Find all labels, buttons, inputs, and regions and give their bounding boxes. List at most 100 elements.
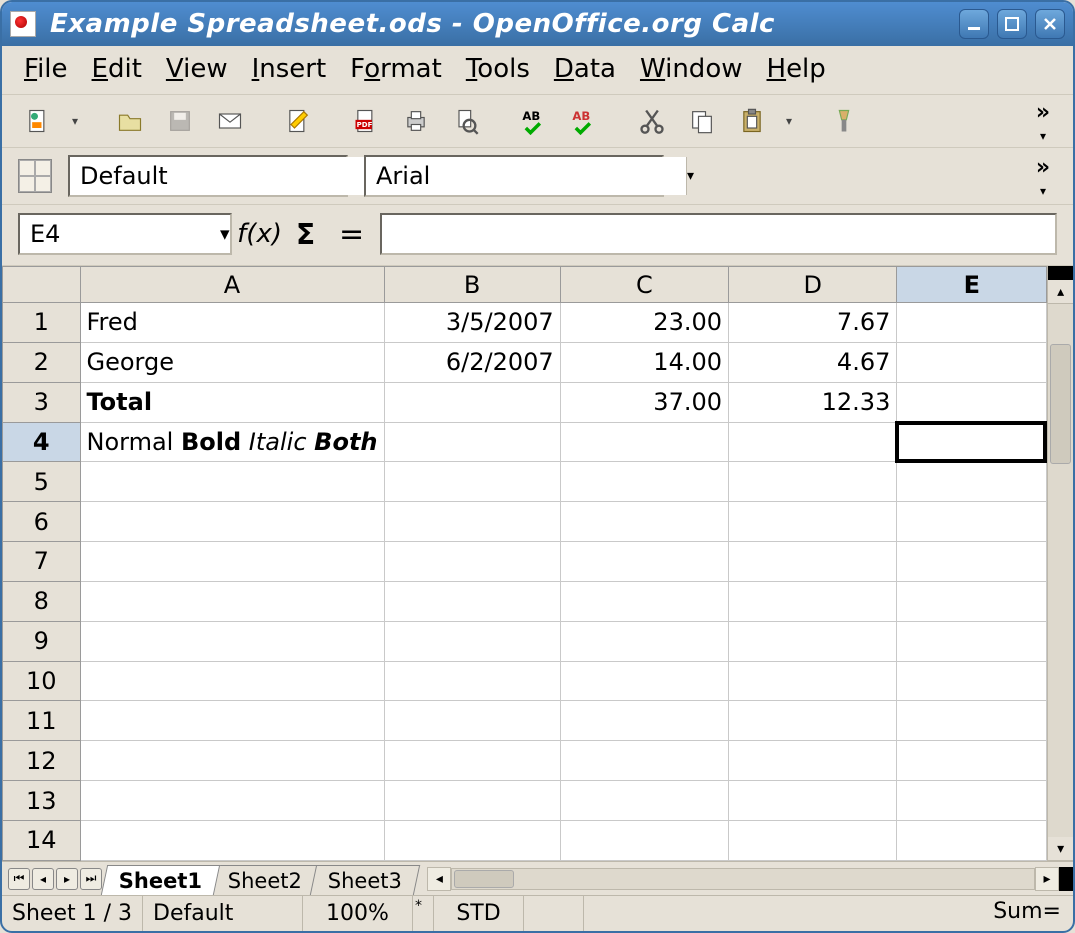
sheet-tab[interactable]: Sheet2	[210, 865, 320, 895]
tab-nav-first[interactable]: ⏮	[8, 868, 30, 890]
row-header[interactable]: 6	[3, 502, 81, 542]
cell[interactable]	[560, 502, 728, 542]
cell[interactable]	[80, 581, 384, 621]
cell[interactable]	[80, 502, 384, 542]
cell[interactable]	[729, 701, 897, 741]
cell[interactable]	[729, 542, 897, 582]
cell[interactable]	[384, 462, 560, 502]
scroll-down-icon[interactable]: ▾	[1048, 837, 1073, 861]
cell[interactable]	[384, 502, 560, 542]
edit-doc-icon[interactable]	[278, 101, 318, 141]
tab-nav-prev[interactable]: ◂	[32, 868, 54, 890]
col-header-B[interactable]: B	[384, 267, 560, 303]
row-header[interactable]: 2	[3, 342, 81, 382]
cell[interactable]	[384, 382, 560, 422]
cell[interactable]	[80, 462, 384, 502]
cell[interactable]	[560, 661, 728, 701]
col-header-E[interactable]: E	[897, 267, 1047, 303]
scroll-up-icon[interactable]: ▴	[1048, 280, 1073, 304]
row-header[interactable]: 8	[3, 581, 81, 621]
cell[interactable]	[560, 781, 728, 821]
cell[interactable]	[384, 701, 560, 741]
cell[interactable]	[897, 422, 1047, 462]
cell[interactable]: 14.00	[560, 342, 728, 382]
tab-nav-next[interactable]: ▸	[56, 868, 78, 890]
cell[interactable]	[729, 621, 897, 661]
menu-help[interactable]: Help	[767, 54, 826, 84]
menu-insert[interactable]: Insert	[252, 54, 327, 84]
cell-style-input[interactable]	[70, 157, 390, 195]
print-icon[interactable]	[396, 101, 436, 141]
cell[interactable]	[729, 422, 897, 462]
open-icon[interactable]	[110, 101, 150, 141]
formula-equals-icon[interactable]: =	[334, 216, 370, 252]
formula-input[interactable]	[382, 215, 1055, 253]
row-header[interactable]: 5	[3, 462, 81, 502]
cell[interactable]: 37.00	[560, 382, 728, 422]
menu-edit[interactable]: Edit	[92, 54, 142, 84]
cell[interactable]	[897, 581, 1047, 621]
status-selection-mode[interactable]: STD	[434, 896, 524, 931]
cell[interactable]	[384, 422, 560, 462]
vscroll-track[interactable]	[1048, 304, 1073, 837]
hscroll-track[interactable]	[451, 868, 1035, 890]
row-header[interactable]: 9	[3, 621, 81, 661]
cell[interactable]	[729, 661, 897, 701]
paste-dropdown[interactable]: ▾	[782, 114, 796, 128]
row-header[interactable]: 3	[3, 382, 81, 422]
auto-spellcheck-icon[interactable]: AB	[564, 101, 604, 141]
vsplit-handle[interactable]	[1048, 266, 1073, 280]
col-header-A[interactable]: A	[80, 267, 384, 303]
close-button[interactable]	[1035, 9, 1065, 39]
select-all-corner[interactable]	[3, 267, 81, 303]
cell[interactable]	[384, 661, 560, 701]
horizontal-scrollbar[interactable]: ◂ ▸	[427, 867, 1073, 891]
paste-icon[interactable]	[732, 101, 772, 141]
cell[interactable]	[384, 781, 560, 821]
cell[interactable]	[897, 303, 1047, 343]
name-box-dropdown[interactable]: ▾	[220, 223, 230, 245]
hsplit-handle[interactable]	[1059, 867, 1073, 891]
cell[interactable]	[729, 741, 897, 781]
cell[interactable]	[80, 781, 384, 821]
spellcheck-icon[interactable]: AB	[514, 101, 554, 141]
print-preview-icon[interactable]	[446, 101, 486, 141]
cell[interactable]	[560, 701, 728, 741]
copy-icon[interactable]	[682, 101, 722, 141]
sheet-tab[interactable]: Sheet1	[101, 865, 221, 895]
cell[interactable]	[384, 741, 560, 781]
cell[interactable]	[897, 502, 1047, 542]
cell[interactable]	[560, 820, 728, 860]
cut-icon[interactable]	[632, 101, 672, 141]
cell[interactable]: 7.67	[729, 303, 897, 343]
row-header[interactable]: 10	[3, 661, 81, 701]
row-header[interactable]: 12	[3, 741, 81, 781]
cell[interactable]: Normal Bold Italic Both	[80, 422, 384, 462]
cell[interactable]	[384, 820, 560, 860]
cell[interactable]	[729, 502, 897, 542]
hscroll-thumb[interactable]	[454, 870, 514, 888]
maximize-button[interactable]	[997, 9, 1027, 39]
cell[interactable]	[729, 820, 897, 860]
cell[interactable]: 12.33	[729, 382, 897, 422]
cell[interactable]	[384, 581, 560, 621]
scroll-right-icon[interactable]: ▸	[1035, 867, 1059, 891]
function-wizard-icon[interactable]: f(x)	[242, 216, 278, 252]
row-header[interactable]: 11	[3, 701, 81, 741]
format-paintbrush-icon[interactable]	[824, 101, 864, 141]
cell[interactable]	[384, 542, 560, 582]
new-doc-icon[interactable]	[18, 101, 58, 141]
status-insert-mode[interactable]	[413, 896, 434, 931]
sum-icon[interactable]: Σ	[288, 216, 324, 252]
row-header[interactable]: 4	[3, 422, 81, 462]
cell[interactable]	[897, 542, 1047, 582]
cell[interactable]	[729, 462, 897, 502]
scroll-left-icon[interactable]: ◂	[427, 867, 451, 891]
cell[interactable]	[80, 701, 384, 741]
cell[interactable]: Total	[80, 382, 384, 422]
menu-tools[interactable]: Tools	[466, 54, 530, 84]
cell[interactable]	[897, 661, 1047, 701]
menu-format[interactable]: Format	[350, 54, 442, 84]
cell[interactable]	[560, 542, 728, 582]
cell[interactable]	[560, 621, 728, 661]
